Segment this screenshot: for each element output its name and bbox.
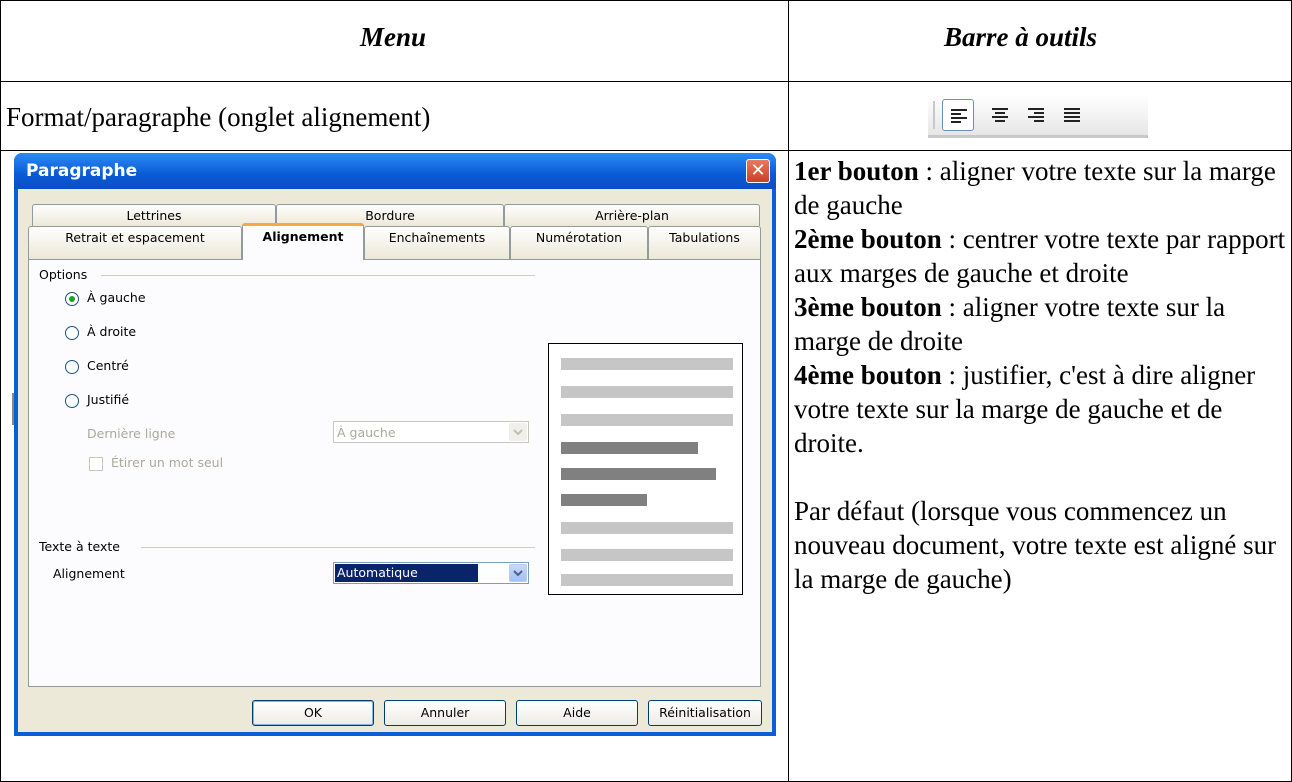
description-button-2: 2ème bouton : centrer votre texte par ra… (794, 222, 1288, 290)
radio-right-label: À droite (87, 324, 137, 339)
button-2-label: 2ème bouton (794, 224, 942, 254)
menu-path-text: Format/paragraphe (onglet alignement) (6, 102, 431, 132)
options-group-line (101, 275, 535, 276)
tab-enchainements[interactable]: Enchaînements (364, 226, 510, 259)
alignment-toolbar (928, 95, 1148, 138)
dialog-title: Paragraphe (26, 161, 138, 181)
last-line-select[interactable]: À gauche (333, 421, 529, 443)
description-button-1: 1er bouton : aligner votre texte sur la … (794, 154, 1288, 222)
chevron-down-icon (509, 564, 527, 582)
radio-justify-label: Justifié (87, 392, 130, 407)
text-to-text-group-label: Texte à texte (39, 539, 120, 554)
header-toolbar: Barre à outils (944, 22, 1098, 52)
chevron-down-icon (509, 423, 527, 441)
dialog-client-area: Lettrines Bordure Arrière-plan Retrait e… (18, 189, 772, 732)
description-text: 1er bouton : aligner votre texte sur la … (794, 154, 1288, 596)
options-group-label: Options (39, 267, 88, 282)
ok-button[interactable]: OK (252, 700, 374, 726)
align-right-icon (1028, 108, 1044, 122)
button-4-label: 4ème bouton (794, 360, 942, 390)
alignment-panel: Options À gauche À droite Centré Justifi… (28, 259, 761, 687)
align-left-icon (951, 109, 967, 123)
align-left-button[interactable] (942, 99, 974, 131)
paragraph-dialog: Paragraphe ✕ Lettrines Bordure Arrière-p… (14, 153, 776, 736)
button-1-label: 1er bouton (794, 156, 919, 186)
tab-numerotation[interactable]: Numérotation (510, 226, 648, 259)
last-line-value: À gauche (337, 425, 396, 440)
help-button[interactable]: Aide (516, 700, 638, 726)
dialog-titlebar[interactable]: Paragraphe ✕ (14, 153, 776, 189)
description-button-3: 3ème bouton : aligner votre texte sur la… (794, 290, 1288, 358)
radio-left-label: À gauche (87, 290, 146, 305)
tab-arriere-plan[interactable]: Arrière-plan (504, 204, 760, 226)
last-line-label: Dernière ligne (87, 426, 176, 441)
radio-justify[interactable] (65, 394, 79, 408)
tab-tabulations[interactable]: Tabulations (648, 226, 761, 259)
cancel-button[interactable]: Annuler (384, 700, 506, 726)
text-to-text-group-line (141, 547, 535, 548)
tab-retrait-espacement[interactable]: Retrait et espacement (28, 226, 242, 259)
radio-left[interactable] (65, 292, 79, 306)
radio-right[interactable] (65, 326, 79, 340)
align-justify-icon (1064, 108, 1080, 122)
close-icon[interactable]: ✕ (746, 159, 770, 183)
alignment-preview (548, 343, 743, 595)
stretch-label: Étirer un mot seul (111, 455, 224, 470)
button-3-label: 3ème bouton (794, 292, 942, 322)
alignment-select[interactable]: Automatique (333, 562, 529, 584)
stretch-checkbox[interactable] (89, 457, 103, 471)
description-button-4: 4ème bouton : justifier, c'est à dire al… (794, 358, 1288, 460)
align-center-icon (992, 108, 1008, 122)
tab-alignement[interactable]: Alignement (242, 223, 364, 260)
alignment-label: Alignement (53, 566, 125, 581)
reset-button[interactable]: Réinitialisation (648, 700, 762, 726)
alignment-value: Automatique (335, 564, 478, 582)
radio-center[interactable] (65, 360, 79, 374)
align-justify-button[interactable] (1056, 99, 1088, 131)
description-default: Par défaut (lorsque vous commencez un no… (794, 496, 1277, 594)
radio-center-label: Centré (87, 358, 129, 373)
toolbar-separator (933, 101, 935, 129)
align-center-button[interactable] (984, 99, 1016, 131)
tab-lettrines[interactable]: Lettrines (32, 204, 276, 226)
header-menu: Menu (360, 22, 427, 52)
align-right-button[interactable] (1020, 99, 1052, 131)
